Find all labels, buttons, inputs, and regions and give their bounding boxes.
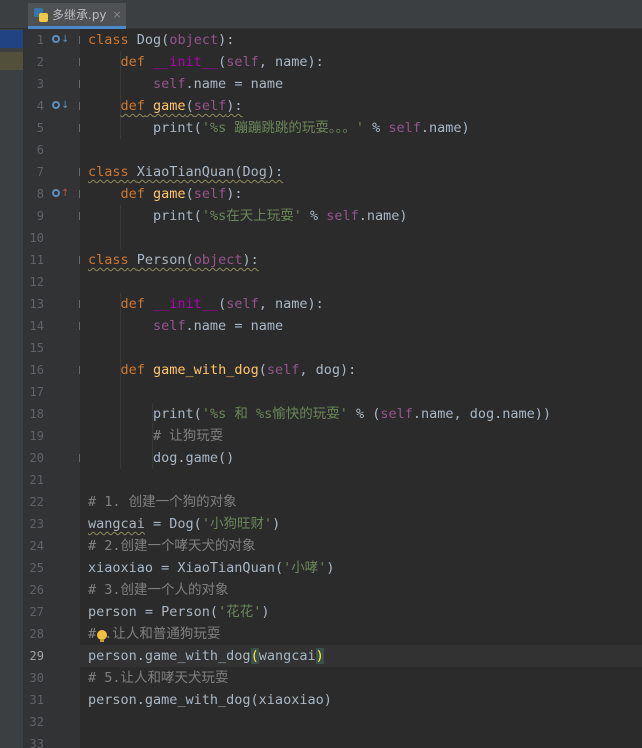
line-number: 12: [29, 275, 44, 289]
line-number: 17: [29, 385, 44, 399]
code-line-1[interactable]: class Dog(object):: [88, 29, 234, 51]
line-number: 22: [29, 495, 44, 509]
line-number: 30: [29, 671, 44, 685]
code-editor[interactable]: class Dog(object): def __init__(self, na…: [80, 29, 642, 748]
code-line-27[interactable]: person = Person('花花'): [88, 601, 269, 623]
python-file-icon: [34, 7, 48, 22]
code-line-13[interactable]: def __init__(self, name):: [88, 293, 324, 315]
code-line-8[interactable]: def game(self):: [88, 183, 243, 205]
code-line-22[interactable]: # 1. 创建一个狗的对象: [88, 491, 237, 513]
current-line-number: 29: [29, 649, 44, 663]
code-line-7[interactable]: class XiaoTianQuan(Dog):: [88, 161, 283, 183]
line-number: 20: [29, 451, 44, 465]
line-number: 27: [29, 605, 44, 619]
line-number: 13: [29, 297, 44, 311]
structure-tool-marker[interactable]: [0, 52, 23, 70]
intention-bulb-icon[interactable]: [97, 630, 107, 642]
code-line-30[interactable]: # 5.让人和哮天犬玩耍: [88, 667, 229, 689]
code-line-25[interactable]: xiaoxiao = XiaoTianQuan('小哮'): [88, 557, 334, 579]
ide-window: 多继承.py × 1 2 3 4 5 6 7 8 9 10 11 12 13 1…: [0, 0, 642, 748]
line-number: 1: [36, 33, 44, 47]
line-number: 14: [29, 319, 44, 333]
code-line-28[interactable]: # .让人和普通狗玩耍: [88, 623, 220, 645]
project-tool-marker[interactable]: [0, 30, 23, 48]
line-number: 9: [36, 209, 44, 223]
code-line-3[interactable]: self.name = name: [88, 73, 283, 95]
override-icon[interactable]: ↑: [52, 188, 69, 200]
line-number: 24: [29, 539, 44, 553]
line-number: 4: [36, 99, 44, 113]
line-number: 19: [29, 429, 44, 443]
tab-label: 多继承.py: [52, 8, 107, 22]
line-number: 8: [36, 187, 44, 201]
line-number: 23: [29, 517, 44, 531]
line-number: 2: [36, 55, 44, 69]
code-line-2[interactable]: def __init__(self, name):: [88, 51, 324, 73]
line-number: 28: [29, 627, 44, 641]
code-line-23[interactable]: wangcai = Dog('小狗旺财'): [88, 513, 280, 535]
line-number: 32: [29, 715, 44, 729]
line-number: 18: [29, 407, 44, 421]
code-line-31[interactable]: person.game_with_dog(xiaoxiao): [88, 689, 332, 711]
line-number: 3: [36, 77, 44, 91]
line-number: 16: [29, 363, 44, 377]
line-number: 31: [29, 693, 44, 707]
line-number: 26: [29, 583, 44, 597]
code-line-9[interactable]: print('%s在天上玩耍' % self.name): [88, 205, 407, 227]
code-line-4[interactable]: def game(self):: [88, 95, 243, 117]
code-line-20[interactable]: dog.game(): [88, 447, 234, 469]
implemented-icon[interactable]: ↓: [52, 34, 69, 46]
code-line-29[interactable]: person.game_with_dog(wangcai): [88, 645, 324, 667]
tool-window-strip: [0, 0, 24, 748]
code-line-5[interactable]: print('%s 蹦蹦跳跳的玩耍。。。' % self.name): [88, 117, 470, 139]
code-line-24[interactable]: # 2.创建一个哮天犬的对象: [88, 535, 256, 557]
editor-gutter: 1 2 3 4 5 6 7 8 9 10 11 12 13 14 15 16 1…: [24, 29, 87, 748]
line-number: 11: [29, 253, 44, 267]
code-line-26[interactable]: # 3.创建一个人的对象: [88, 579, 229, 601]
line-number: 21: [29, 473, 44, 487]
implemented-icon[interactable]: ↓: [52, 100, 69, 112]
line-number: 6: [36, 143, 44, 157]
code-line-11[interactable]: class Person(object):: [88, 249, 259, 271]
code-line-18[interactable]: print('%s 和 %s愉快的玩耍' % (self.name, dog.n…: [88, 403, 551, 425]
line-number: 5: [36, 121, 44, 135]
line-number: 25: [29, 561, 44, 575]
line-number: 33: [29, 737, 44, 748]
code-line-19[interactable]: # 让狗玩耍: [88, 425, 223, 447]
code-line-14[interactable]: self.name = name: [88, 315, 283, 337]
code-line-16[interactable]: def game_with_dog(self, dog):: [88, 359, 357, 381]
close-icon[interactable]: ×: [113, 8, 122, 21]
line-number: 7: [36, 165, 44, 179]
line-number: 10: [29, 231, 44, 245]
line-number: 15: [29, 341, 44, 355]
editor-tab[interactable]: 多继承.py ×: [28, 3, 126, 29]
